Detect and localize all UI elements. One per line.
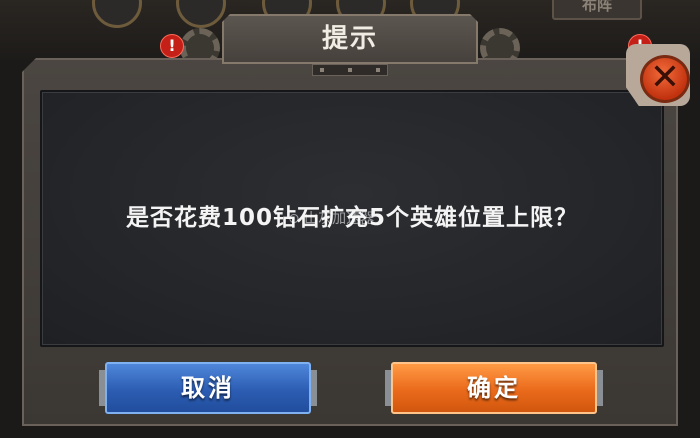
dialog-title: 提示 [321, 24, 378, 54]
button-edge [311, 370, 317, 406]
decorative-rivet [320, 68, 324, 72]
cancel-button[interactable]: 取消 [105, 362, 311, 414]
alert-icon: ! [160, 34, 184, 58]
decorative-rivet [376, 68, 380, 72]
watermark: ⊙ 山灰加速器 [288, 211, 375, 227]
button-edge [597, 370, 603, 406]
close-icon[interactable]: ✕ [640, 55, 690, 103]
decorative-rivet [348, 68, 352, 72]
background-formation-tab: 布阵 [552, 0, 642, 20]
confirm-button[interactable]: 确定 [391, 362, 597, 414]
